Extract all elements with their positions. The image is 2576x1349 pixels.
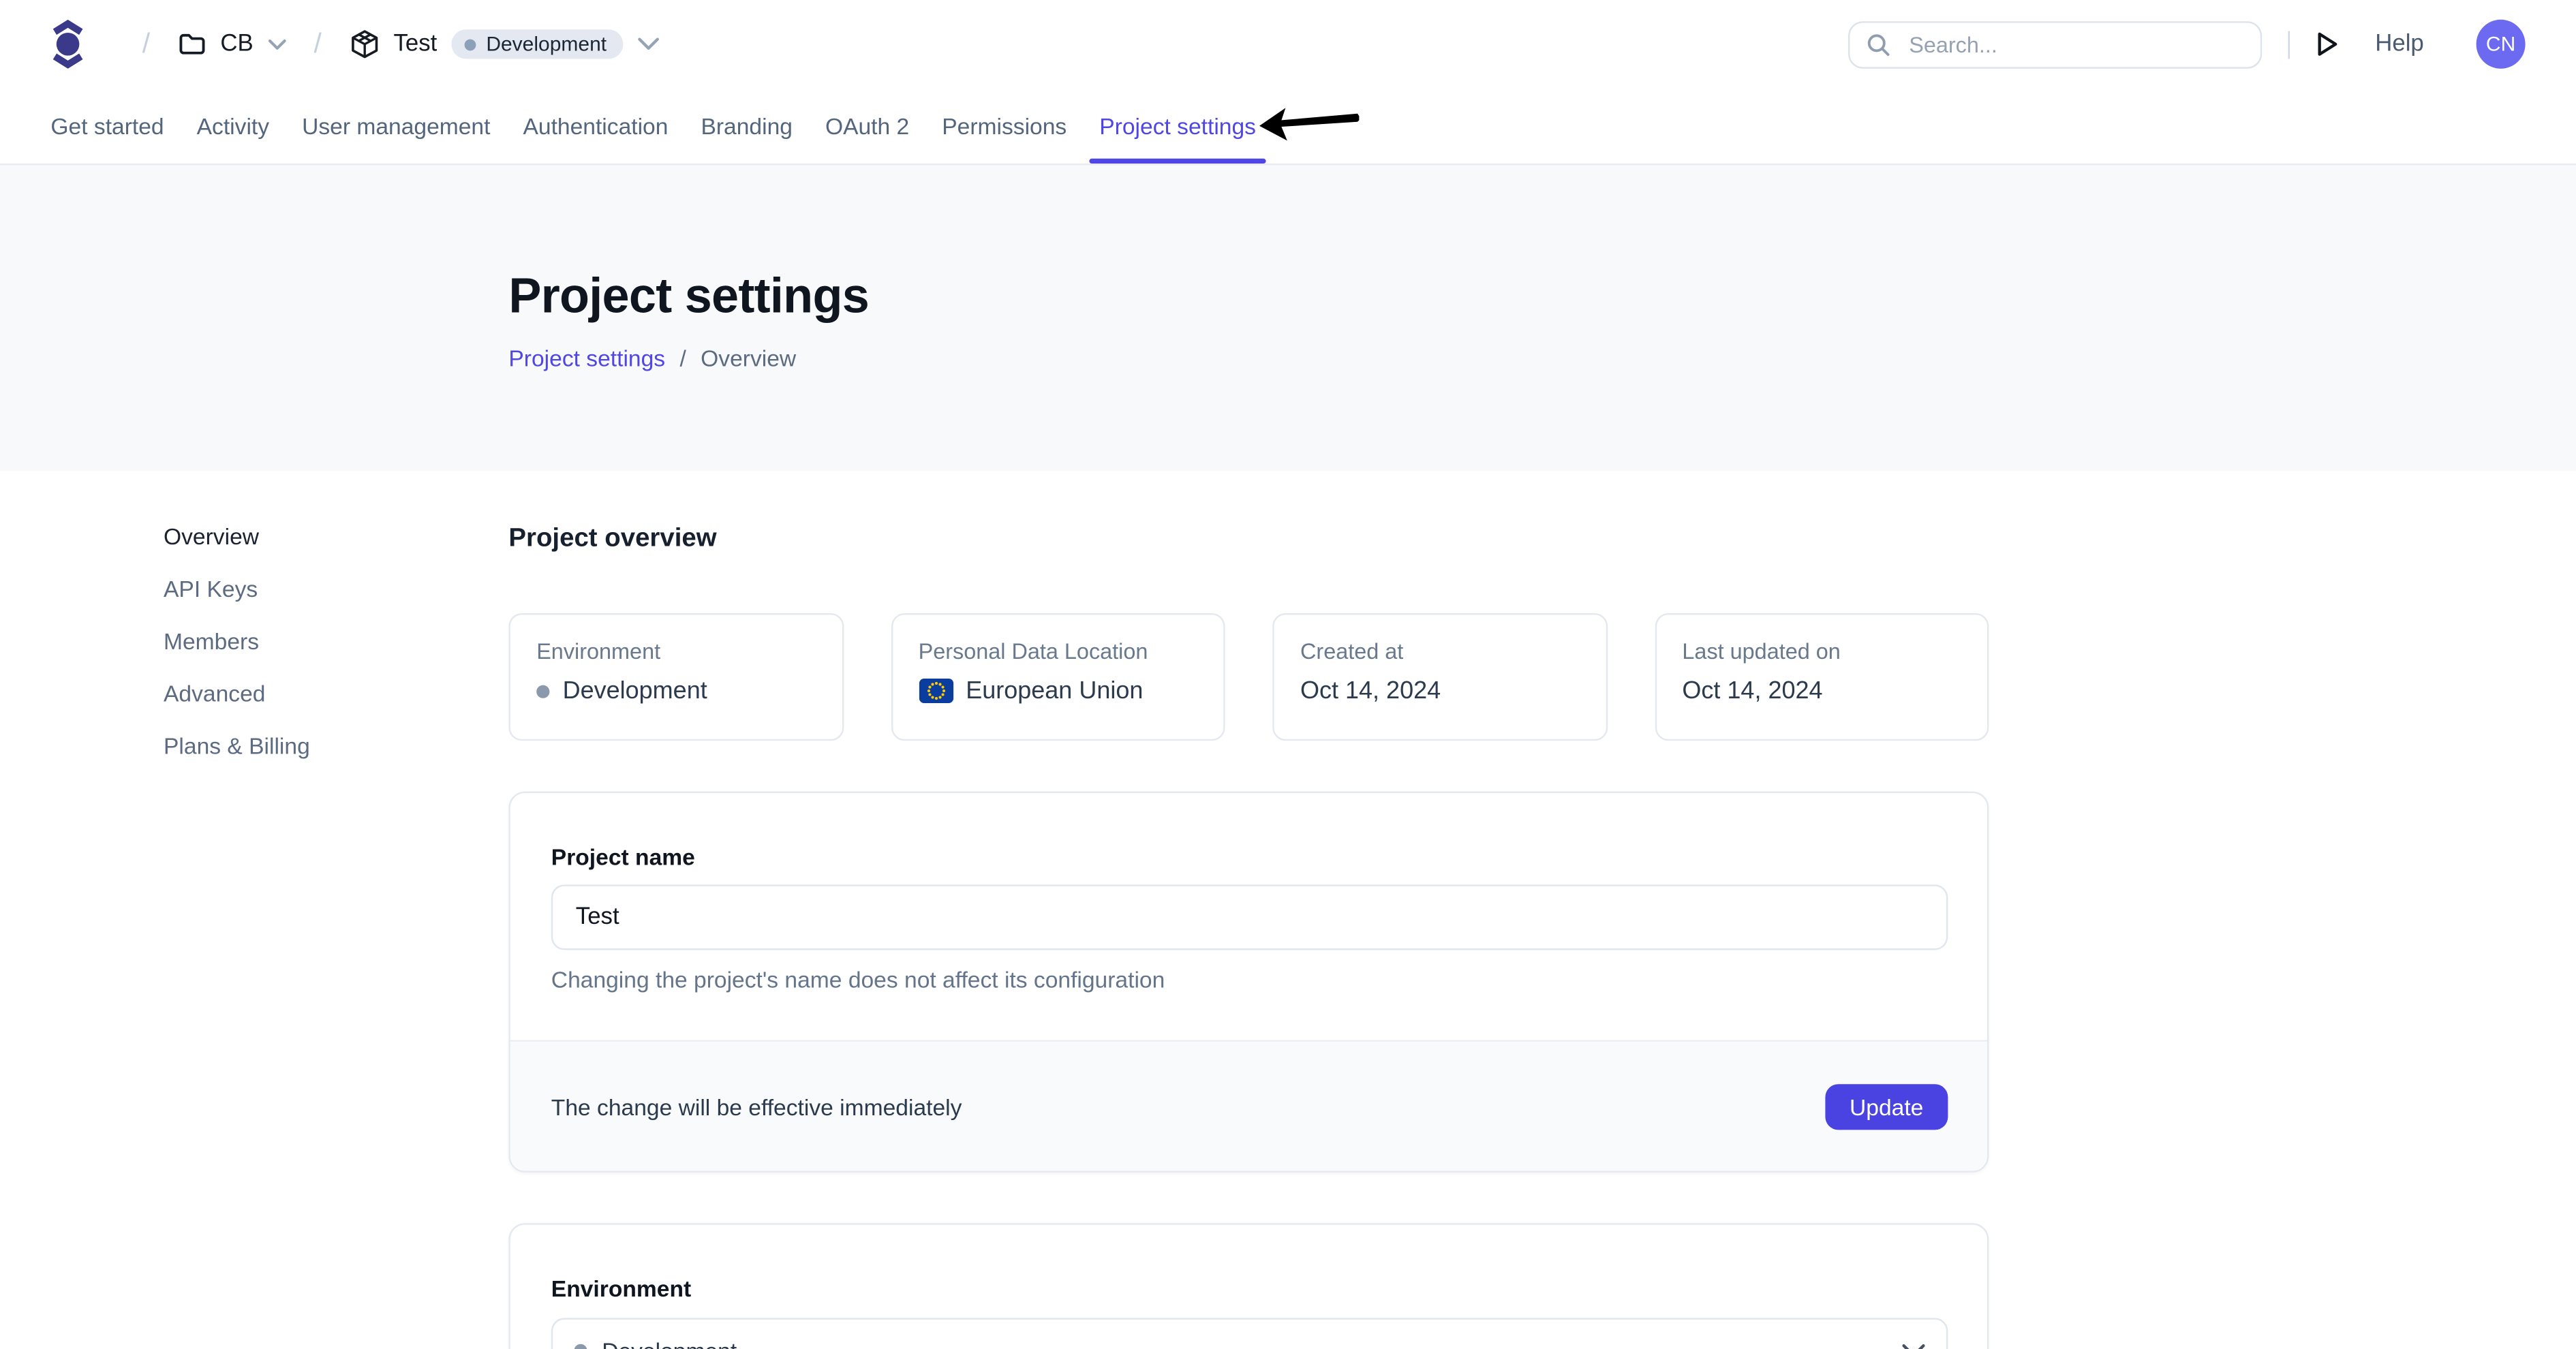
card-label: Created at — [1300, 639, 1579, 664]
environment-label: Environment — [551, 1275, 1948, 1301]
sidebar-item-advanced[interactable]: Advanced — [164, 667, 508, 719]
top-bar: / CB / Test Development — [0, 0, 2576, 89]
card-value: Development — [563, 677, 707, 705]
environment-badge-label: Development — [486, 33, 607, 56]
sidebar-item-overview[interactable]: Overview — [164, 510, 508, 563]
chevron-down-icon — [268, 38, 286, 50]
tab-user-management[interactable]: User management — [302, 89, 490, 164]
card-label: Personal Data Location — [919, 639, 1197, 664]
main-area: Overview API Keys Members Advanced Plans… — [0, 471, 2576, 1349]
project-name-panel: Project name Changing the project's name… — [508, 792, 1989, 1173]
sidebar-item-members[interactable]: Members — [164, 615, 508, 667]
chevron-down-icon — [1902, 1344, 1925, 1349]
tab-permissions[interactable]: Permissions — [942, 89, 1067, 164]
project-name-helper: Changing the project's name does not aff… — [551, 966, 1948, 992]
section-heading: Project overview — [508, 525, 1989, 554]
card-label: Environment — [536, 639, 815, 664]
card-last-updated: Last updated on Oct 14, 2024 — [1655, 613, 1989, 741]
chevron-down-icon — [638, 37, 659, 50]
project-name-input[interactable] — [572, 903, 1927, 932]
folder-icon — [178, 31, 206, 57]
breadcrumb-separator: / — [314, 28, 322, 61]
org-switcher[interactable]: CB — [178, 31, 286, 57]
org-name: CB — [220, 31, 253, 57]
tab-authentication[interactable]: Authentication — [523, 89, 668, 164]
project-name-input-wrapper — [551, 884, 1948, 950]
play-button[interactable] — [2316, 31, 2340, 57]
card-data-location: Personal Data Location — [891, 613, 1225, 741]
page-title: Project settings — [508, 270, 2576, 326]
settings-content: Project overview Environment Development… — [508, 471, 1989, 1349]
search-icon — [1867, 32, 1891, 57]
app-root: / CB / Test Development — [0, 0, 2576, 1349]
breadcrumb-current: Overview — [701, 345, 796, 371]
environment-select[interactable]: Development — [551, 1318, 1948, 1349]
status-dot-icon — [574, 1344, 587, 1349]
breadcrumb: Project settings / Overview — [508, 345, 2576, 371]
tab-activity[interactable]: Activity — [197, 89, 269, 164]
breadcrumb-parent-link[interactable]: Project settings — [508, 345, 665, 371]
page-header: Project settings Project settings / Over… — [0, 165, 2576, 471]
environment-selected-value: Development — [602, 1337, 1887, 1349]
settings-sidebar: Overview API Keys Members Advanced Plans… — [164, 471, 508, 1349]
breadcrumb-separator: / — [142, 28, 150, 61]
tab-oauth2[interactable]: OAuth 2 — [825, 89, 909, 164]
search-box[interactable] — [1848, 20, 2262, 68]
tab-project-settings[interactable]: Project settings — [1099, 89, 1256, 164]
footer-note: The change will be effective immediately — [551, 1093, 962, 1119]
status-dot-icon — [536, 684, 549, 697]
annotation-arrow-icon — [1259, 106, 1361, 142]
status-dot-icon — [465, 38, 476, 50]
sidebar-item-api-keys[interactable]: API Keys — [164, 563, 508, 615]
project-name: Test — [394, 31, 438, 57]
card-value: Oct 14, 2024 — [1300, 677, 1441, 705]
card-label: Last updated on — [1682, 639, 1961, 664]
environment-badge: Development — [452, 29, 623, 59]
tab-branding[interactable]: Branding — [701, 89, 793, 164]
environment-panel: Environment Development — [508, 1223, 1989, 1349]
sidebar-item-plans-billing[interactable]: Plans & Billing — [164, 719, 508, 772]
card-environment: Environment Development — [508, 613, 843, 741]
card-value: European Union — [966, 677, 1143, 705]
help-link[interactable]: Help — [2375, 31, 2424, 57]
project-name-label: Project name — [551, 843, 1948, 869]
user-avatar[interactable]: CN — [2477, 20, 2526, 69]
package-icon — [350, 29, 379, 59]
logo-icon — [50, 20, 85, 69]
update-button[interactable]: Update — [1825, 1083, 1948, 1129]
header-divider — [2288, 30, 2290, 58]
search-input[interactable] — [1905, 30, 2244, 58]
eu-flag-icon — [919, 679, 953, 703]
project-name-panel-footer: The change will be effective immediately… — [510, 1040, 1987, 1170]
breadcrumb-separator: / — [679, 345, 686, 371]
project-switcher[interactable]: Test Development — [350, 29, 659, 59]
card-created-at: Created at Oct 14, 2024 — [1272, 613, 1607, 741]
brand-logo[interactable] — [50, 20, 85, 69]
tab-get-started[interactable]: Get started — [50, 89, 164, 164]
overview-cards: Environment Development Personal Data Lo… — [508, 613, 1989, 741]
card-value: Oct 14, 2024 — [1682, 677, 1822, 705]
